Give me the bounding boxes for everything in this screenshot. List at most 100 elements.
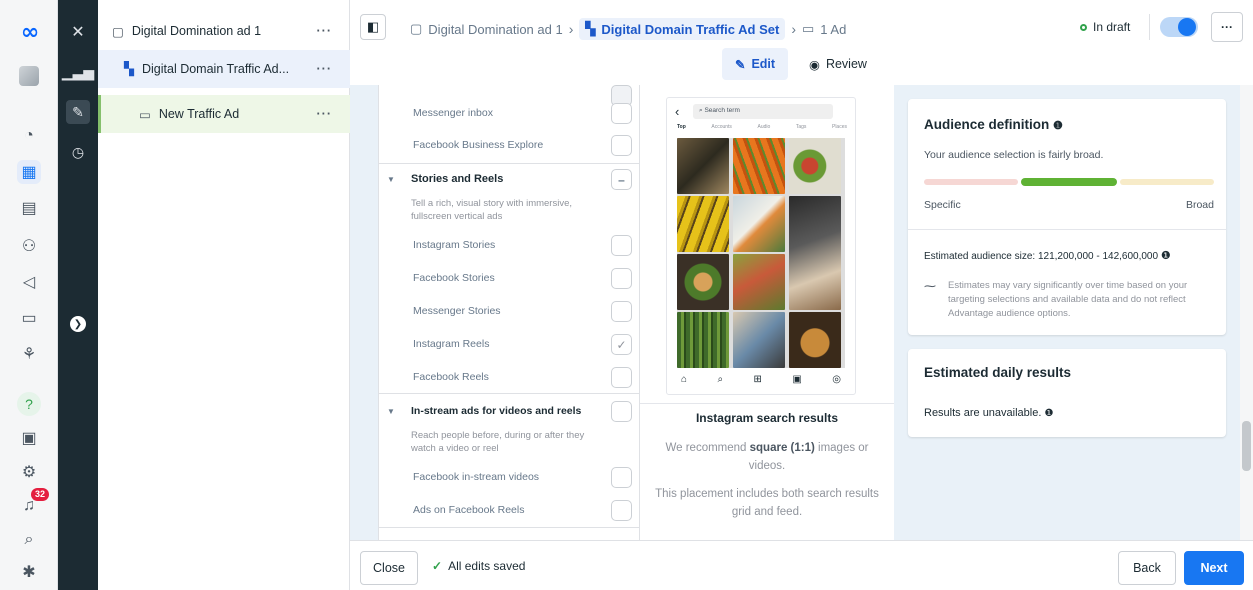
account-avatar[interactable] — [17, 64, 41, 88]
placement-checkbox-checked[interactable]: ✓ — [611, 334, 632, 355]
tree-item-ad[interactable]: ▭ New Traffic Ad ··· — [98, 95, 350, 133]
group-checkbox-partial[interactable]: – — [611, 169, 632, 190]
back-button[interactable]: Back — [1118, 551, 1176, 585]
publish-toggle[interactable] — [1160, 17, 1198, 37]
collapse-caret-icon[interactable]: ▼ — [387, 175, 395, 184]
info-icon[interactable]: ❶ — [1044, 408, 1053, 419]
tab-edit[interactable]: ✎ Edit — [722, 48, 788, 80]
tree-item-adset[interactable]: ▚ Digital Domain Traffic Ad... ··· — [98, 50, 350, 88]
placement-label: Instagram Reels — [413, 338, 490, 350]
breadcrumb-label: Digital Domain Traffic Ad Set — [601, 21, 780, 37]
grid-image — [677, 138, 729, 194]
notifications-icon[interactable]: ♫ 32 — [17, 488, 49, 518]
check-icon: ✓ — [432, 559, 443, 573]
placement-label: Messenger Stories — [413, 305, 501, 317]
tab-review[interactable]: ◉ Review — [798, 48, 878, 80]
gauge-label-broad: Broad — [1185, 199, 1214, 211]
more-options-button[interactable]: ··· — [317, 107, 333, 121]
gauge-indicator — [1021, 178, 1117, 186]
audience-size-text: Estimated audience size: 121,200,000 - 1… — [924, 251, 1159, 262]
placement-checkbox[interactable] — [611, 500, 632, 521]
breadcrumb-adset[interactable]: ▚ Digital Domain Traffic Ad Set — [579, 18, 786, 40]
chart-icon[interactable]: ▁▃▅ — [62, 60, 94, 84]
placement-label: Facebook Business Explore — [413, 139, 544, 151]
placement-checkbox[interactable] — [611, 103, 632, 124]
editor-tool-strip: ✕ ▁▃▅ ✎ ◷ ❯ — [58, 0, 98, 590]
more-options-button[interactable]: ··· — [317, 24, 333, 38]
more-options-button[interactable]: ··· — [317, 62, 333, 76]
recommend-format: square (1:1) — [749, 442, 815, 454]
tab-label: Review — [825, 57, 867, 71]
tree-item-campaign[interactable]: ▢ Digital Domination ad 1 ··· — [98, 12, 350, 50]
chevron-right-icon: › — [791, 21, 796, 37]
info-icon[interactable]: ❶ — [1161, 250, 1171, 262]
breadcrumb-ad[interactable]: ▭ 1 Ad — [802, 21, 846, 37]
add-post-icon: ⊞ — [753, 374, 762, 385]
audiences-icon[interactable]: ⚇ — [17, 234, 41, 258]
grid-image — [677, 196, 729, 252]
search-tab: Accounts — [711, 124, 732, 130]
tree-item-label: Digital Domination ad 1 — [131, 24, 262, 38]
close-icon[interactable]: ✕ — [66, 20, 90, 44]
history-icon[interactable]: ◷ — [66, 140, 90, 164]
breadcrumb-label: 1 Ad — [820, 21, 847, 37]
placement-checkbox[interactable] — [611, 235, 632, 256]
card-title: Audience definition ❶ — [924, 117, 1063, 132]
gauge-broad-segment — [1120, 179, 1214, 185]
ad-preview-panel: ‹ ⌕ Search term Top Accounts Audio Tags … — [640, 85, 894, 540]
placement-checkbox[interactable] — [611, 301, 632, 322]
placement-label: Ads on Facebook Reels — [413, 504, 525, 516]
expand-panel-icon[interactable]: ❯ — [66, 312, 90, 336]
info-icon[interactable]: ❶ — [1053, 120, 1063, 132]
placement-label: Messenger inbox — [413, 107, 493, 119]
campaigns-icon[interactable]: ◁ — [17, 270, 41, 294]
more-options-button[interactable]: ··· — [1211, 12, 1243, 42]
tree-item-label: Digital Domain Traffic Ad... — [142, 62, 290, 76]
settings-icon[interactable]: ⚙ — [17, 460, 41, 484]
audience-estimates-note: Estimates may vary significantly over ti… — [948, 280, 1188, 319]
next-button[interactable]: Next — [1184, 551, 1244, 585]
billing-icon[interactable]: ▭ — [17, 306, 41, 330]
audience-size: Estimated audience size: 121,200,000 - 1… — [924, 249, 1171, 262]
reports-icon[interactable]: ▣ — [17, 426, 41, 450]
search-bar: ⌕ Search term — [693, 104, 833, 119]
audience-subtitle: Your audience selection is fairly broad. — [924, 149, 1104, 161]
meta-logo[interactable]: ∞ — [17, 20, 41, 45]
close-button[interactable]: Close — [360, 551, 418, 585]
divider — [1149, 14, 1150, 40]
group-checkbox[interactable] — [611, 401, 632, 422]
collapse-caret-icon[interactable]: ▼ — [387, 407, 395, 416]
preview-note: This placement includes both search resu… — [655, 488, 879, 518]
scrollbar-track[interactable] — [1240, 85, 1253, 540]
edit-pencil-icon[interactable]: ✎ — [66, 100, 90, 124]
breadcrumb-campaign[interactable]: ▢ Digital Domination ad 1 — [410, 21, 563, 37]
placement-label: Facebook Stories — [413, 272, 495, 284]
pencil-icon: ✎ — [734, 57, 746, 72]
placement-checkbox[interactable] — [611, 268, 632, 289]
dashboard-icon[interactable]: ◔ — [17, 124, 41, 148]
search-icon[interactable]: ⌕ — [17, 528, 41, 552]
placement-checkbox[interactable] — [611, 135, 632, 156]
image-grid — [677, 138, 845, 368]
group-description: Tell a rich, visual story with immersive… — [411, 198, 573, 222]
help-icon[interactable]: ? — [17, 392, 41, 416]
search-tab: Top — [677, 124, 686, 130]
status-text: In draft — [1093, 20, 1131, 34]
audience-title: Audience definition — [924, 117, 1050, 132]
business-icon[interactable]: ⚘ — [17, 342, 41, 366]
daily-results-card: Estimated daily results Results are unav… — [908, 349, 1226, 437]
placement-checkbox[interactable] — [611, 367, 632, 388]
pages-icon[interactable]: ▤ — [17, 196, 41, 220]
chevron-right-icon: › — [568, 21, 574, 37]
divider — [640, 403, 894, 404]
ads-manager-table-icon[interactable]: ▦ — [17, 160, 41, 184]
home-icon: ⌂ — [681, 374, 688, 385]
estimates-panel: Audience definition ❶ Your audience sele… — [894, 85, 1253, 540]
divider — [379, 527, 639, 528]
placement-checkbox[interactable] — [611, 467, 632, 488]
scrollbar-thumb[interactable] — [1242, 421, 1251, 471]
notifications-badge: 32 — [30, 488, 49, 501]
search-tab: Audio — [757, 124, 771, 130]
bug-report-icon[interactable]: ✱ — [17, 560, 41, 584]
toggle-sidebar-button[interactable]: ◧ — [360, 14, 386, 40]
